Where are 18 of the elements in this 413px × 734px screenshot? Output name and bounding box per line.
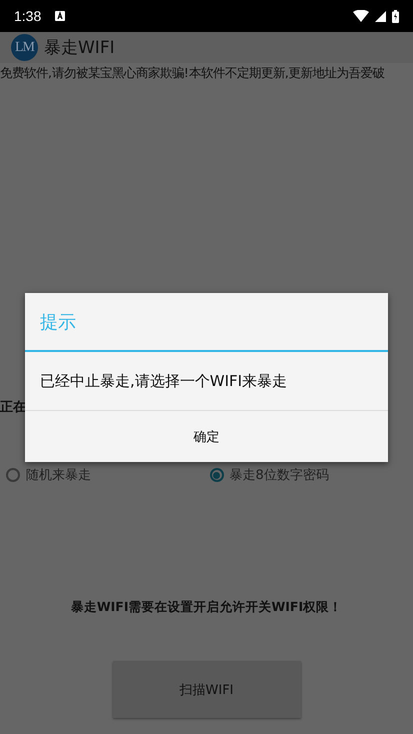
- radio-button[interactable]: [210, 468, 224, 482]
- radio-label[interactable]: 暴走8位数字密码: [230, 466, 329, 484]
- battery-icon: [392, 10, 399, 22]
- radio-button[interactable]: [6, 468, 20, 482]
- app-logo: LM: [11, 34, 38, 61]
- status-text: 正在: [0, 400, 26, 415]
- permission-hint: 暴走WIFI需要在设置开启允许开关WIFI权限！: [70, 599, 342, 614]
- wifi-icon: [353, 10, 369, 22]
- app-title: 暴走WIFI: [44, 37, 115, 59]
- notification-icon: [55, 11, 66, 21]
- dialog-title: 提示: [40, 310, 76, 334]
- confirm-button[interactable]: 确定: [25, 411, 388, 462]
- clock: 1:38: [14, 8, 42, 24]
- scan-button[interactable]: 扫描WIFI: [112, 661, 300, 718]
- signal-icon: [375, 10, 386, 22]
- radio-label[interactable]: 随机来暴走: [26, 466, 91, 484]
- dialog-message: 已经中止暴走,请选择一个WIFI来暴走: [40, 372, 288, 390]
- notice-text: 免费软件,请勿被某宝黑心商家欺骗!本软件不定期更新,更新地址为吾爱破: [0, 65, 386, 82]
